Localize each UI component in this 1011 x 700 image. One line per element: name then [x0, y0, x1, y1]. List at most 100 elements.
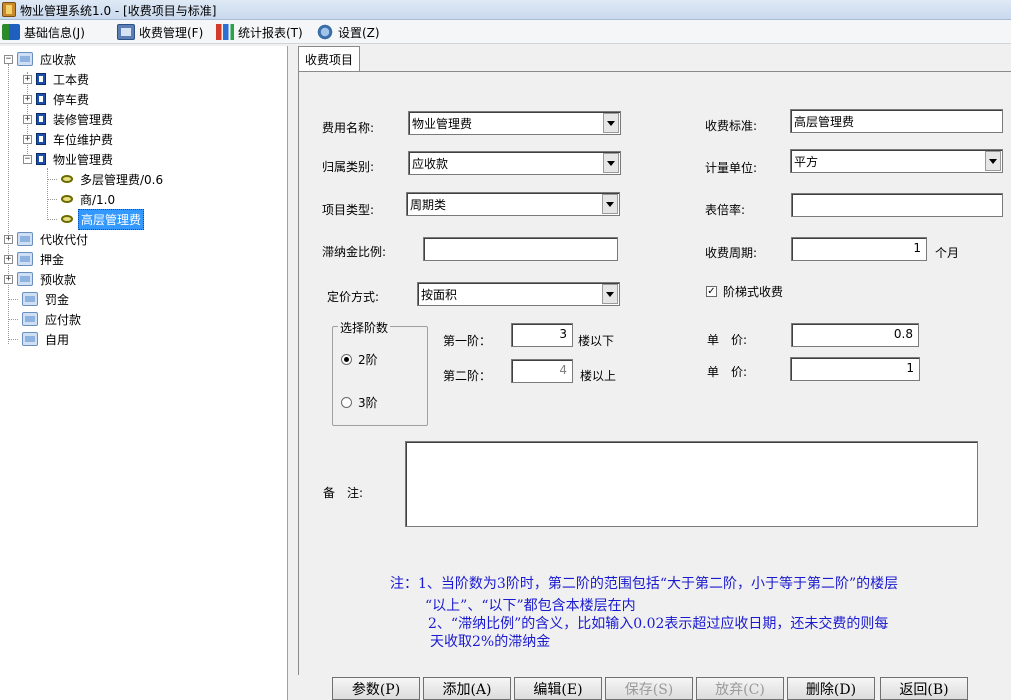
tree-node-multistory-fee[interactable]: 多层管理费/0.6 — [47, 169, 165, 189]
price1-input[interactable]: 0.8 — [791, 323, 919, 347]
radio-selected-icon[interactable] — [341, 354, 352, 365]
item-type-label: 项目类型: — [322, 203, 375, 217]
tree-node-property-fee[interactable]: − 物业管理费 — [23, 149, 115, 169]
expand-icon[interactable]: + — [23, 74, 32, 84]
dropdown-arrow-icon[interactable] — [602, 194, 618, 214]
tab-fee-items[interactable]: 收费项目 — [298, 46, 361, 72]
dropdown-arrow-icon[interactable] — [603, 153, 619, 173]
fee-item-icon — [36, 133, 46, 145]
radio-unselected-icon[interactable] — [341, 397, 352, 408]
unit-label: 计量单位: — [705, 161, 758, 175]
tree-connector — [8, 338, 18, 340]
edit-button[interactable]: 编辑(E) — [514, 677, 602, 700]
tier1-input[interactable]: 3 — [511, 323, 573, 347]
dropdown-arrow-icon[interactable] — [602, 284, 618, 304]
tree-node-cost-fee[interactable]: + 工本费 — [23, 69, 91, 89]
period-unit: 个月 — [935, 246, 960, 260]
fee-item-icon — [36, 93, 46, 105]
tier1-label: 第一阶： — [443, 334, 492, 348]
category-tree: − 应收款 + 工本费 + 停车费 + 装修管理费 + 车位维护费 − 物业管理… — [0, 46, 288, 700]
expand-icon[interactable]: + — [4, 234, 13, 244]
tier2-label: 第二阶： — [443, 369, 492, 383]
tree-node-renovation-fee[interactable]: + 装修管理费 — [23, 109, 115, 129]
params-button[interactable]: 参数(P) — [332, 677, 420, 700]
basic-info-icon — [2, 24, 20, 40]
folder-icon — [22, 312, 38, 326]
remarks-textarea[interactable] — [405, 441, 978, 527]
checkbox-checked-icon[interactable]: ✓ — [706, 286, 717, 297]
tier-2-radio[interactable]: 2阶 — [341, 351, 378, 368]
expand-icon[interactable]: + — [4, 254, 13, 264]
fee-item-icon — [36, 73, 46, 85]
pricing-combo[interactable]: 按面积 — [417, 282, 620, 306]
dropdown-arrow-icon[interactable] — [985, 151, 1001, 171]
tree-node-self-use[interactable]: 自用 — [8, 329, 71, 349]
tree-connector — [47, 178, 57, 180]
add-button[interactable]: 添加(A) — [423, 677, 511, 700]
settings-icon — [316, 24, 334, 40]
tier-3-radio[interactable]: 3阶 — [341, 394, 378, 411]
menu-settings[interactable]: 设置(Z) — [316, 23, 380, 41]
delete-button[interactable]: 删除(D) — [787, 677, 875, 700]
tree-node-highrise-fee[interactable]: 高层管理费 — [47, 208, 145, 230]
folder-icon — [17, 232, 33, 246]
tab-strip: 收费项目 — [298, 46, 1011, 72]
late-fee-input[interactable] — [423, 237, 618, 261]
item-type-combo[interactable]: 周期类 — [406, 192, 620, 216]
folder-icon — [17, 52, 33, 66]
tiered-checkbox[interactable]: ✓ 阶梯式收费 — [706, 283, 783, 300]
tree-connector — [8, 318, 18, 320]
tree-node-commercial[interactable]: 商/1.0 — [47, 189, 117, 209]
tree-node-collect-pay[interactable]: + 代收代付 — [4, 229, 90, 249]
menu-fee-management[interactable]: 收费管理(F) — [117, 23, 203, 41]
expand-icon[interactable]: + — [23, 114, 32, 124]
expand-icon[interactable]: + — [4, 274, 13, 284]
standard-input[interactable]: 高层管理费 — [790, 109, 1003, 133]
expand-icon[interactable]: + — [23, 94, 32, 104]
period-label: 收费周期: — [705, 246, 758, 260]
tree-node-prepaid[interactable]: + 预收款 — [4, 269, 78, 289]
collapse-icon[interactable]: − — [4, 54, 13, 64]
standard-icon — [61, 175, 73, 183]
price2-input[interactable]: 1 — [790, 357, 920, 381]
period-input[interactable]: 1 — [791, 237, 927, 261]
note-line-2: “以上”、“以下”都包含本楼层在内 — [425, 598, 636, 614]
late-fee-label: 滞纳金比例: — [322, 245, 387, 259]
tier2-input: 4 — [511, 359, 573, 383]
expand-icon[interactable]: + — [23, 134, 32, 144]
meter-rate-label: 表倍率: — [705, 203, 746, 217]
standard-label: 收费标准: — [705, 119, 758, 133]
folder-icon — [22, 292, 38, 306]
tree-node-receivable[interactable]: − 应收款 — [4, 49, 78, 69]
meter-rate-input[interactable] — [791, 193, 1003, 217]
folder-icon — [17, 252, 33, 266]
tree-node-parking-maintenance-fee[interactable]: + 车位维护费 — [23, 129, 115, 149]
price1-label: 单 价: — [707, 333, 748, 347]
dropdown-arrow-icon[interactable] — [603, 113, 619, 133]
title-bar: 物业管理系统1.0 - [收费项目与标准] — [0, 0, 1011, 20]
tier1-suffix: 楼以下 — [578, 334, 615, 348]
tree-node-parking-fee[interactable]: + 停车费 — [23, 89, 91, 109]
tree-connector — [47, 218, 57, 220]
note-line-3: 2、“滞纳比例”的含义，比如输入0.02表示超过应收日期，还未交费的则每 — [428, 616, 889, 632]
category-combo[interactable]: 应收款 — [408, 151, 621, 175]
tree-node-deposit[interactable]: + 押金 — [4, 249, 66, 269]
price2-label: 单 价: — [707, 365, 748, 379]
back-button[interactable]: 返回(B) — [880, 677, 968, 700]
tier-count-group: 选择阶数 — [332, 319, 428, 426]
statistics-icon — [216, 24, 234, 40]
menu-bar: 基础信息(J) 收费管理(F) 统计报表(T) 设置(Z) — [0, 20, 1011, 44]
tree-node-payable[interactable]: 应付款 — [8, 309, 83, 329]
fee-item-icon — [36, 113, 46, 125]
app-icon — [2, 2, 16, 17]
tree-connector — [47, 198, 57, 200]
collapse-icon[interactable]: − — [23, 154, 32, 164]
fee-name-label: 费用名称: — [322, 121, 375, 135]
unit-combo[interactable]: 平方 — [790, 149, 1003, 173]
menu-statistics[interactable]: 统计报表(T) — [216, 23, 303, 41]
note-line-4: 天收取2%的滞纳金 — [430, 634, 551, 650]
save-button: 保存(S) — [605, 677, 693, 700]
tree-node-penalty[interactable]: 罚金 — [8, 289, 71, 309]
menu-basic-info[interactable]: 基础信息(J) — [2, 23, 85, 41]
fee-name-combo[interactable]: 物业管理费 — [408, 111, 621, 135]
